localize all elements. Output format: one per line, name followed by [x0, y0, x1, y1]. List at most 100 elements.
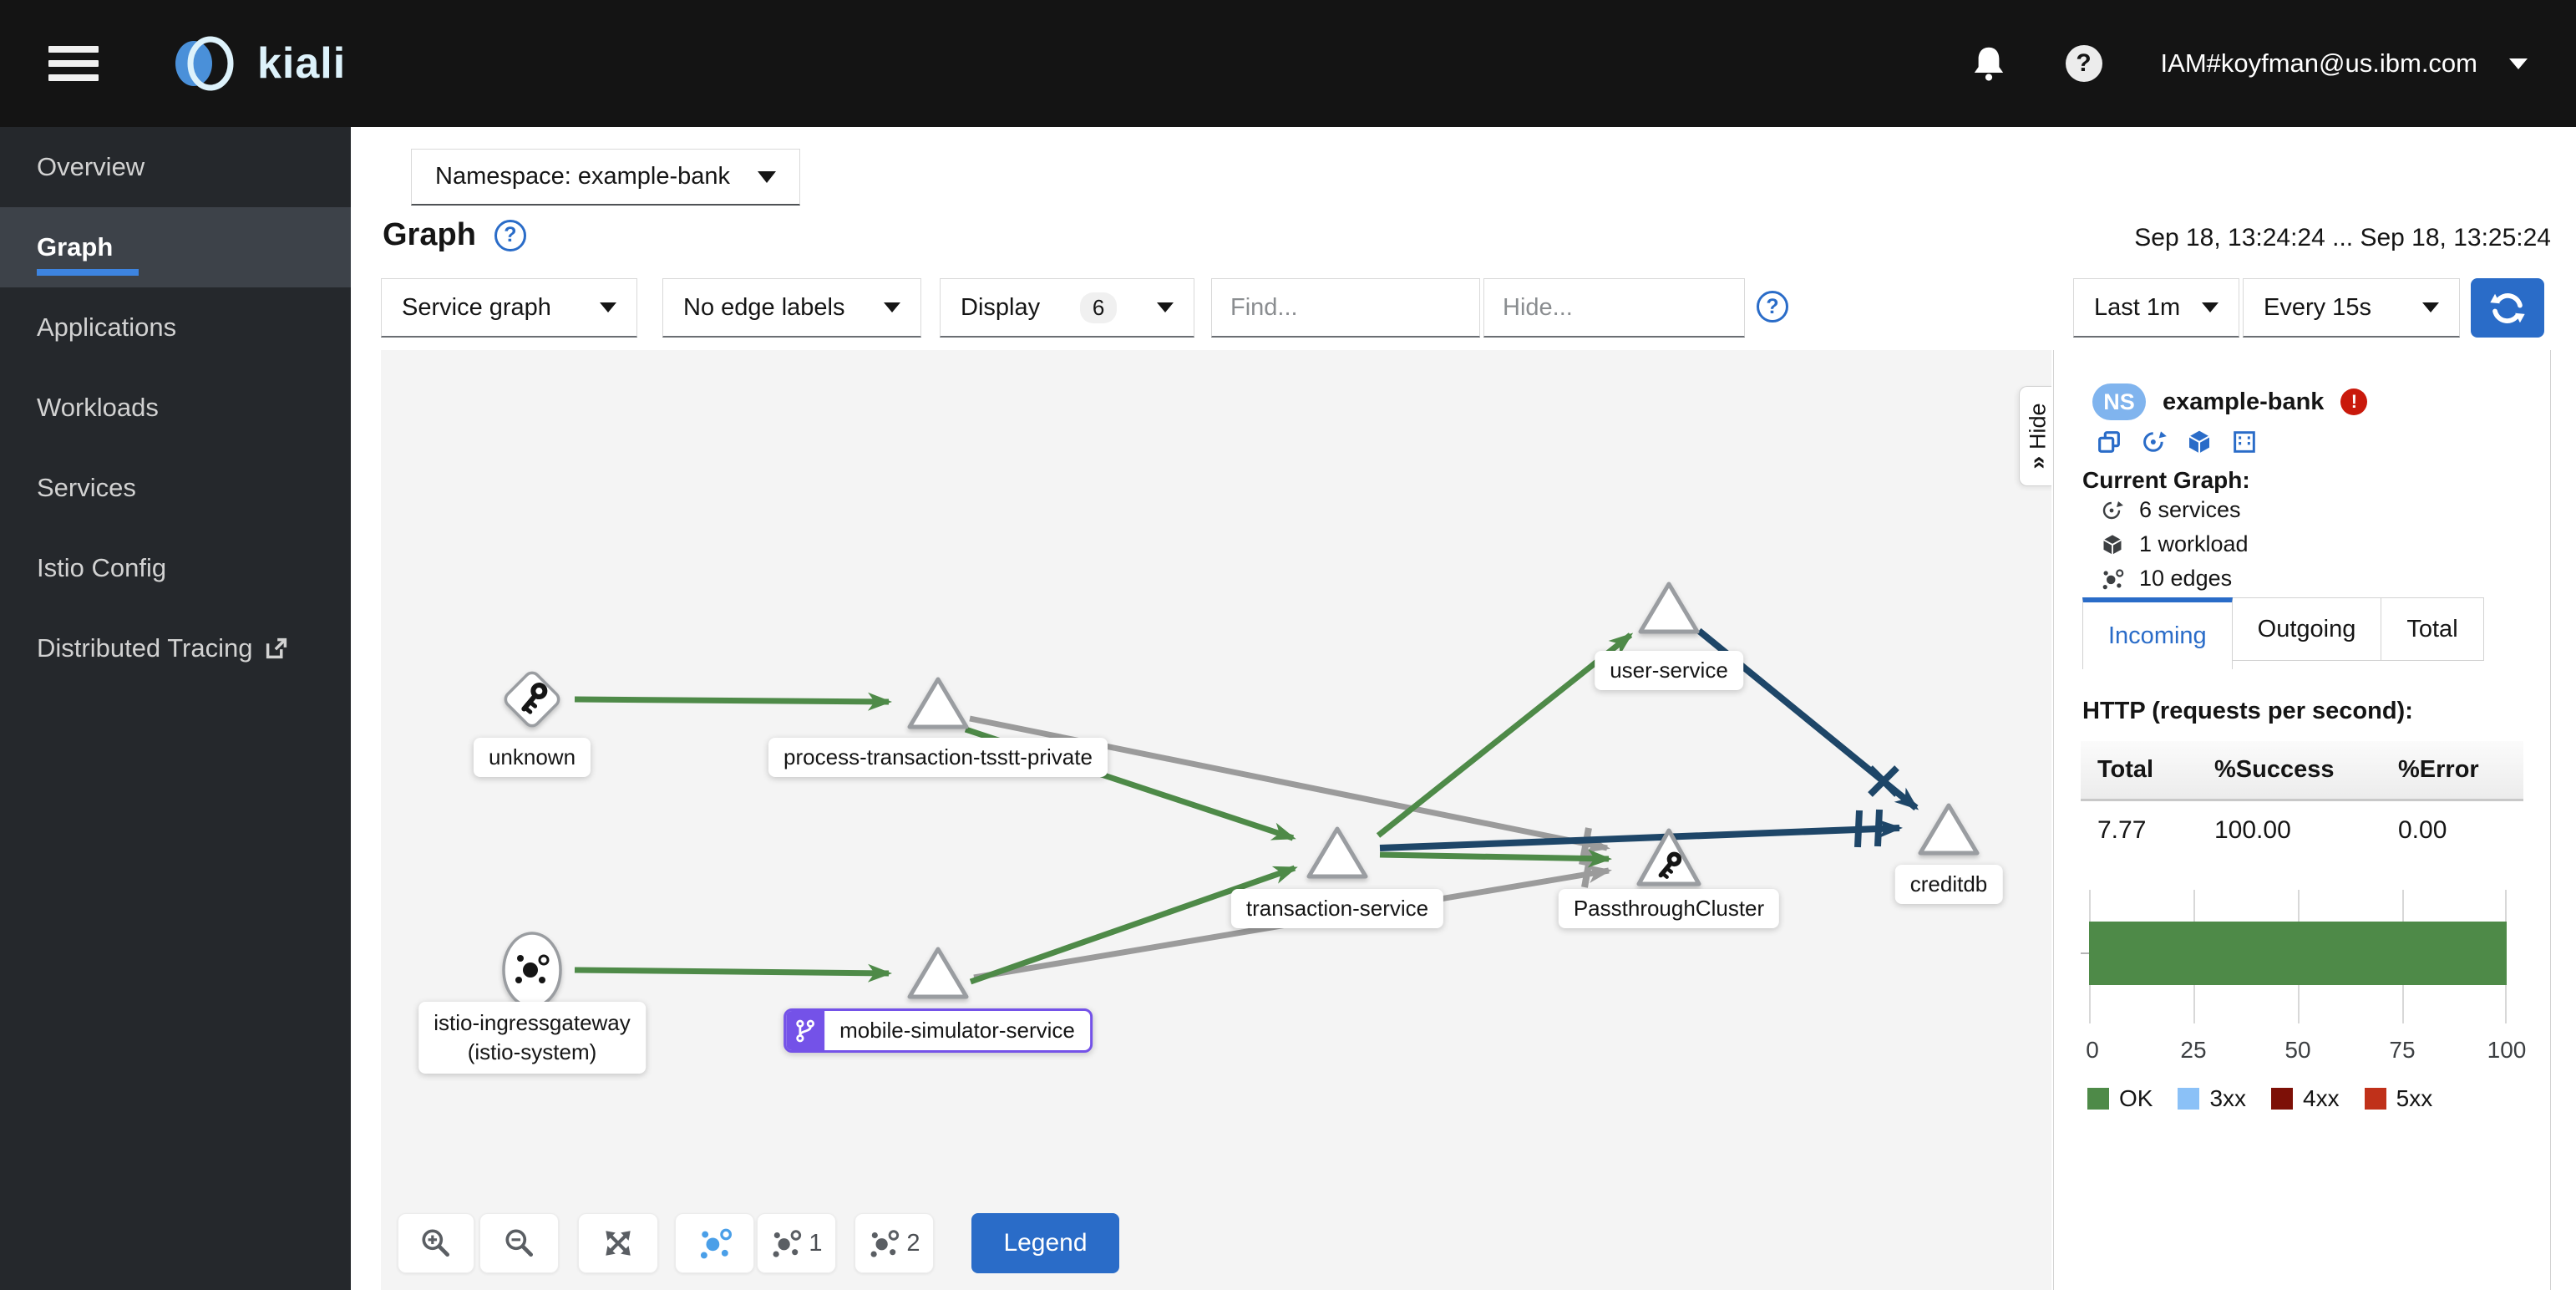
refresh-interval-dropdown[interactable]: Every 15s [2243, 278, 2460, 338]
user-menu[interactable]: IAM#koyfman@us.ibm.com [2161, 48, 2528, 79]
notifications-bell-icon[interactable] [1970, 43, 2007, 84]
chevron-down-icon [2422, 302, 2439, 312]
service-icon [2102, 500, 2123, 519]
topology-icon [773, 1230, 802, 1257]
top-navbar: kiali ? IAM#koyfman@us.ibm.com [0, 0, 2576, 127]
tab-total[interactable]: Total [2381, 597, 2484, 661]
nav-toggle-button[interactable] [48, 46, 99, 81]
chevron-down-icon [600, 302, 616, 312]
find-hide-help-icon[interactable]: ? [1757, 291, 1788, 322]
tab-outgoing[interactable]: Outgoing [2232, 597, 2382, 661]
tab-incoming[interactable]: Incoming [2082, 597, 2233, 669]
hide-input[interactable] [1483, 278, 1745, 338]
label-mobile-simulator-service[interactable]: mobile-simulator-service [783, 1008, 1093, 1053]
namespace-name[interactable]: example-bank [2163, 389, 2324, 416]
status-bar-chart [2081, 890, 2507, 1023]
node-mobile-simulator-service[interactable] [902, 942, 974, 1004]
current-graph-title: Current Graph: [2082, 467, 2250, 493]
help-icon[interactable]: ? [2065, 45, 2102, 82]
edge-labels-dropdown[interactable]: No edge labels [662, 278, 921, 338]
sidebar: Overview Graph Applications Workloads Se… [0, 127, 351, 1290]
node-process-transaction[interactable] [902, 673, 974, 734]
zoom-out-button[interactable] [479, 1213, 559, 1273]
kiali-app: kiali ? IAM#koyfman@us.ibm.com Overview … [0, 0, 2576, 1290]
topology-icon-active [700, 1228, 732, 1259]
layout-default-button[interactable] [675, 1213, 754, 1273]
sidebar-item-workloads[interactable]: Workloads [0, 368, 351, 448]
namespace-error-icon[interactable]: ! [2340, 389, 2368, 415]
external-link-icon [264, 636, 289, 661]
zoom-in-button[interactable] [398, 1213, 474, 1273]
summary-panel: NS example-bank ! Current Graph: 6 servi… [2053, 350, 2551, 1290]
label-user-service[interactable]: user-service [1595, 651, 1743, 690]
fit-to-screen-button[interactable] [578, 1213, 658, 1273]
chevron-down-icon [1157, 302, 1174, 312]
workloads-link-icon[interactable] [2186, 429, 2213, 460]
graph-type-dropdown[interactable]: Service graph [381, 278, 637, 338]
applications-link-icon[interactable] [2096, 429, 2122, 460]
double-chevron-icon: » [2024, 457, 2051, 470]
sidebar-item-istio-config[interactable]: Istio Config [0, 528, 351, 608]
layout-2-button[interactable]: 2 [854, 1213, 934, 1273]
topology-icon [870, 1230, 900, 1257]
topology-icon [2102, 568, 2124, 589]
node-user-service[interactable] [1633, 577, 1705, 639]
virtual-service-badge [786, 1011, 825, 1050]
label-passthrough-cluster[interactable]: PassthroughCluster [1558, 889, 1780, 928]
brand-text: kiali [257, 39, 347, 88]
sidebar-item-distributed-tracing[interactable]: Distributed Tracing [0, 608, 351, 688]
namespace-selector[interactable]: Namespace: example-bank [411, 149, 800, 206]
code-branch-icon [796, 1019, 815, 1042]
kiali-logo: kiali [167, 27, 346, 100]
traffic-tabs: Incoming Outgoing Total [2082, 597, 2484, 669]
page-title: Graph ? [383, 217, 526, 253]
graph-canvas[interactable]: unknown process-transaction-tsstt-privat… [381, 350, 2051, 1290]
chevron-down-icon [884, 302, 900, 312]
label-process-transaction[interactable]: process-transaction-tsstt-private [768, 738, 1108, 777]
find-input[interactable] [1211, 278, 1480, 338]
graph-controls: 1 2 Legend [381, 1213, 2051, 1273]
main-content: Namespace: example-bank Graph ? Sep 18, … [351, 127, 2576, 1290]
sidebar-item-graph[interactable]: Graph [0, 207, 351, 287]
zoom-out-icon [505, 1229, 533, 1257]
workload-icon [2103, 534, 2122, 555]
display-dropdown[interactable]: Display 6 [940, 278, 1194, 338]
sidebar-item-services[interactable]: Services [0, 448, 351, 528]
stat-workloads: 1 workload [2101, 531, 2249, 557]
table-row: 7.77 100.00 0.00 [2097, 816, 2447, 844]
graph-edges [574, 627, 1919, 985]
node-creditdb[interactable] [1913, 799, 1985, 861]
node-passthrough-cluster[interactable] [1633, 825, 1705, 891]
display-count-badge: 6 [1079, 292, 1118, 323]
kiosk-link-icon[interactable] [2231, 429, 2258, 460]
label-creditdb[interactable]: creditdb [1894, 865, 2003, 904]
node-unknown[interactable] [497, 664, 567, 734]
active-indicator [37, 269, 139, 276]
chevron-down-icon [2509, 58, 2528, 69]
chart-x-axis: 0 25 50 75 100 [2086, 1037, 2527, 1063]
expand-arrows-icon [606, 1231, 631, 1256]
chevron-down-icon [2202, 302, 2219, 312]
legend-ok-swatch [2087, 1088, 2109, 1110]
label-unknown[interactable]: unknown [473, 738, 591, 777]
label-istio-ingressgateway[interactable]: istio-ingressgateway (istio-system) [418, 1002, 646, 1074]
sidebar-item-overview[interactable]: Overview [0, 127, 351, 207]
node-transaction-service[interactable] [1301, 822, 1373, 884]
legend-3xx-swatch [2178, 1088, 2200, 1110]
duration-dropdown[interactable]: Last 1m [2073, 278, 2239, 338]
summary-panel-collapse-tab[interactable]: » Hide [2019, 386, 2051, 486]
chart-legend: OK 3xx 4xx 5xx [2087, 1085, 2432, 1112]
label-transaction-service[interactable]: transaction-service [1230, 889, 1444, 928]
graph-help-icon[interactable]: ? [494, 219, 526, 251]
node-istio-ingressgateway[interactable] [499, 930, 565, 1010]
legend-button[interactable]: Legend [971, 1213, 1119, 1273]
refresh-button[interactable] [2471, 278, 2544, 338]
sidebar-item-applications[interactable]: Applications [0, 287, 351, 368]
sync-icon [2490, 292, 2525, 323]
zoom-in-icon [422, 1229, 450, 1257]
legend-4xx-swatch [2271, 1088, 2294, 1110]
http-rate-table: Total %Success %Error 7.77 100.00 0.00 [2081, 741, 2523, 860]
namespace-badge: NS [2092, 383, 2146, 420]
services-link-icon[interactable] [2141, 429, 2168, 460]
layout-1-button[interactable]: 1 [757, 1213, 836, 1273]
